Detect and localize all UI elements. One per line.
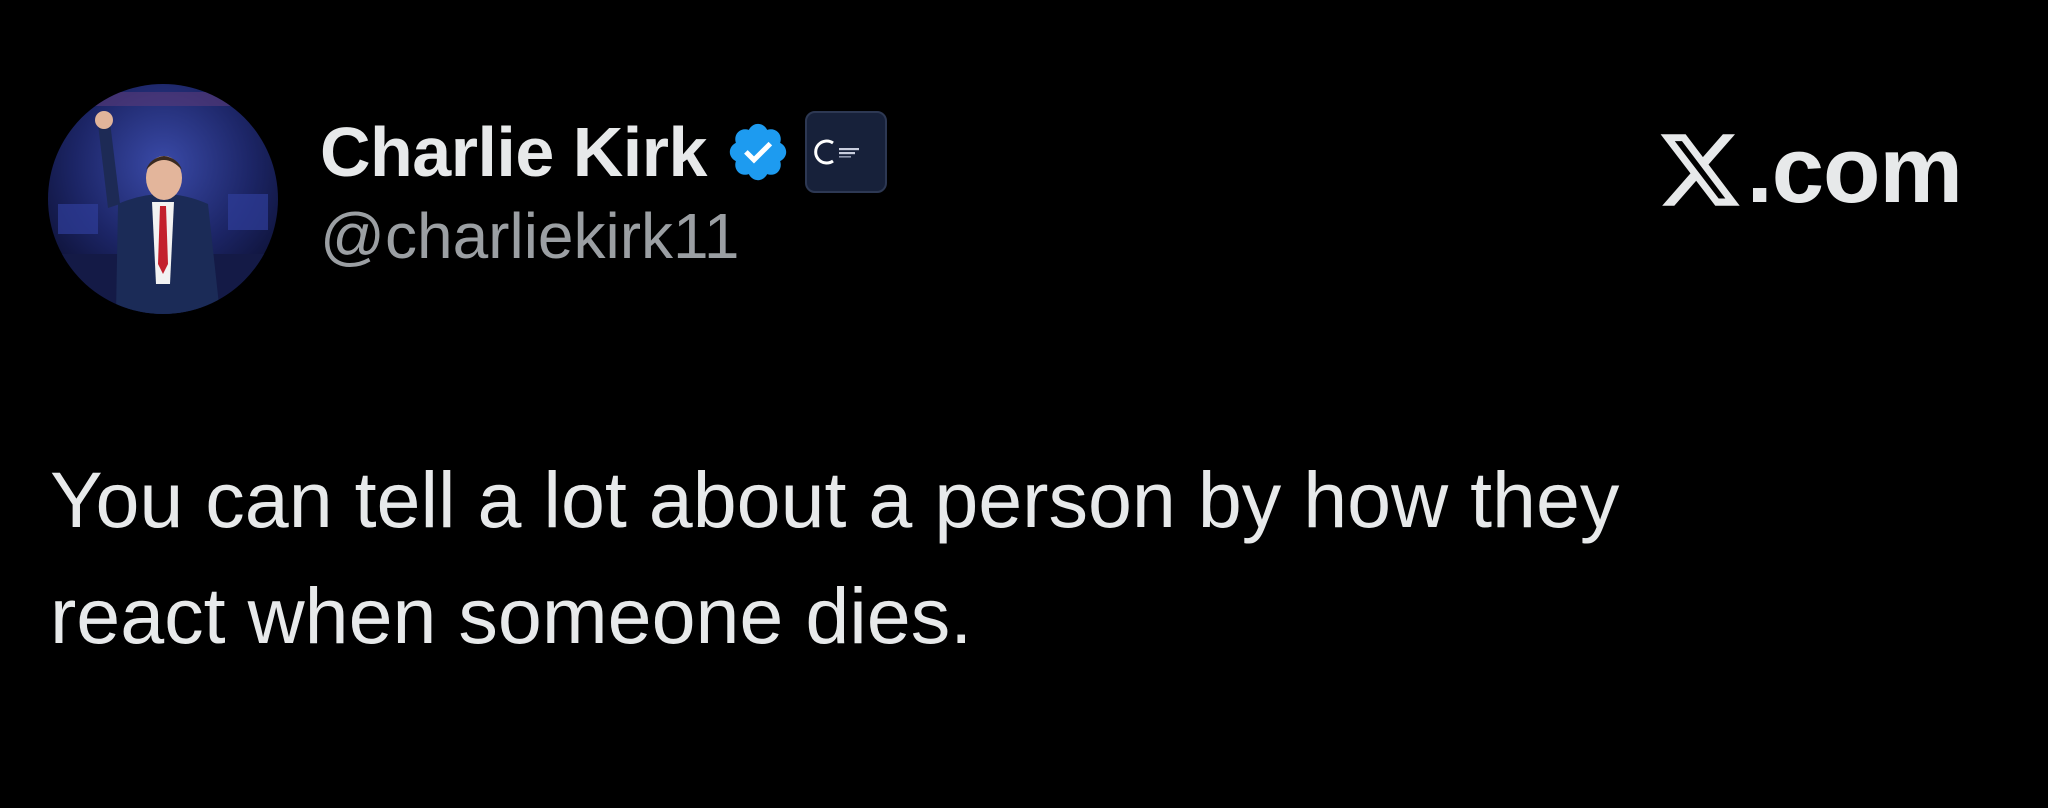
organization-logo-icon	[814, 139, 859, 165]
site-suffix: .com	[1746, 117, 1963, 222]
tweet-text-line: react when someone dies.	[50, 571, 973, 660]
tweet-card: Charlie Kirk @charliekirk11 .com You can…	[0, 0, 2048, 808]
tweet-text: You can tell a lot about a person by how…	[50, 442, 1950, 674]
verified-badge-icon[interactable]	[725, 119, 791, 185]
author-display-name[interactable]: Charlie Kirk	[320, 112, 707, 192]
tweet-text-line: You can tell a lot about a person by how…	[50, 455, 1620, 544]
name-row: Charlie Kirk	[320, 111, 887, 193]
avatar-photo	[48, 84, 278, 314]
affiliate-badge-icon[interactable]	[804, 111, 887, 193]
site-watermark: .com	[1655, 117, 1963, 222]
author-handle[interactable]: @charliekirk11	[320, 200, 887, 272]
x-logo-icon	[1655, 126, 1745, 214]
author-identity: Charlie Kirk @charliekirk11	[320, 111, 887, 272]
avatar[interactable]	[48, 84, 278, 314]
